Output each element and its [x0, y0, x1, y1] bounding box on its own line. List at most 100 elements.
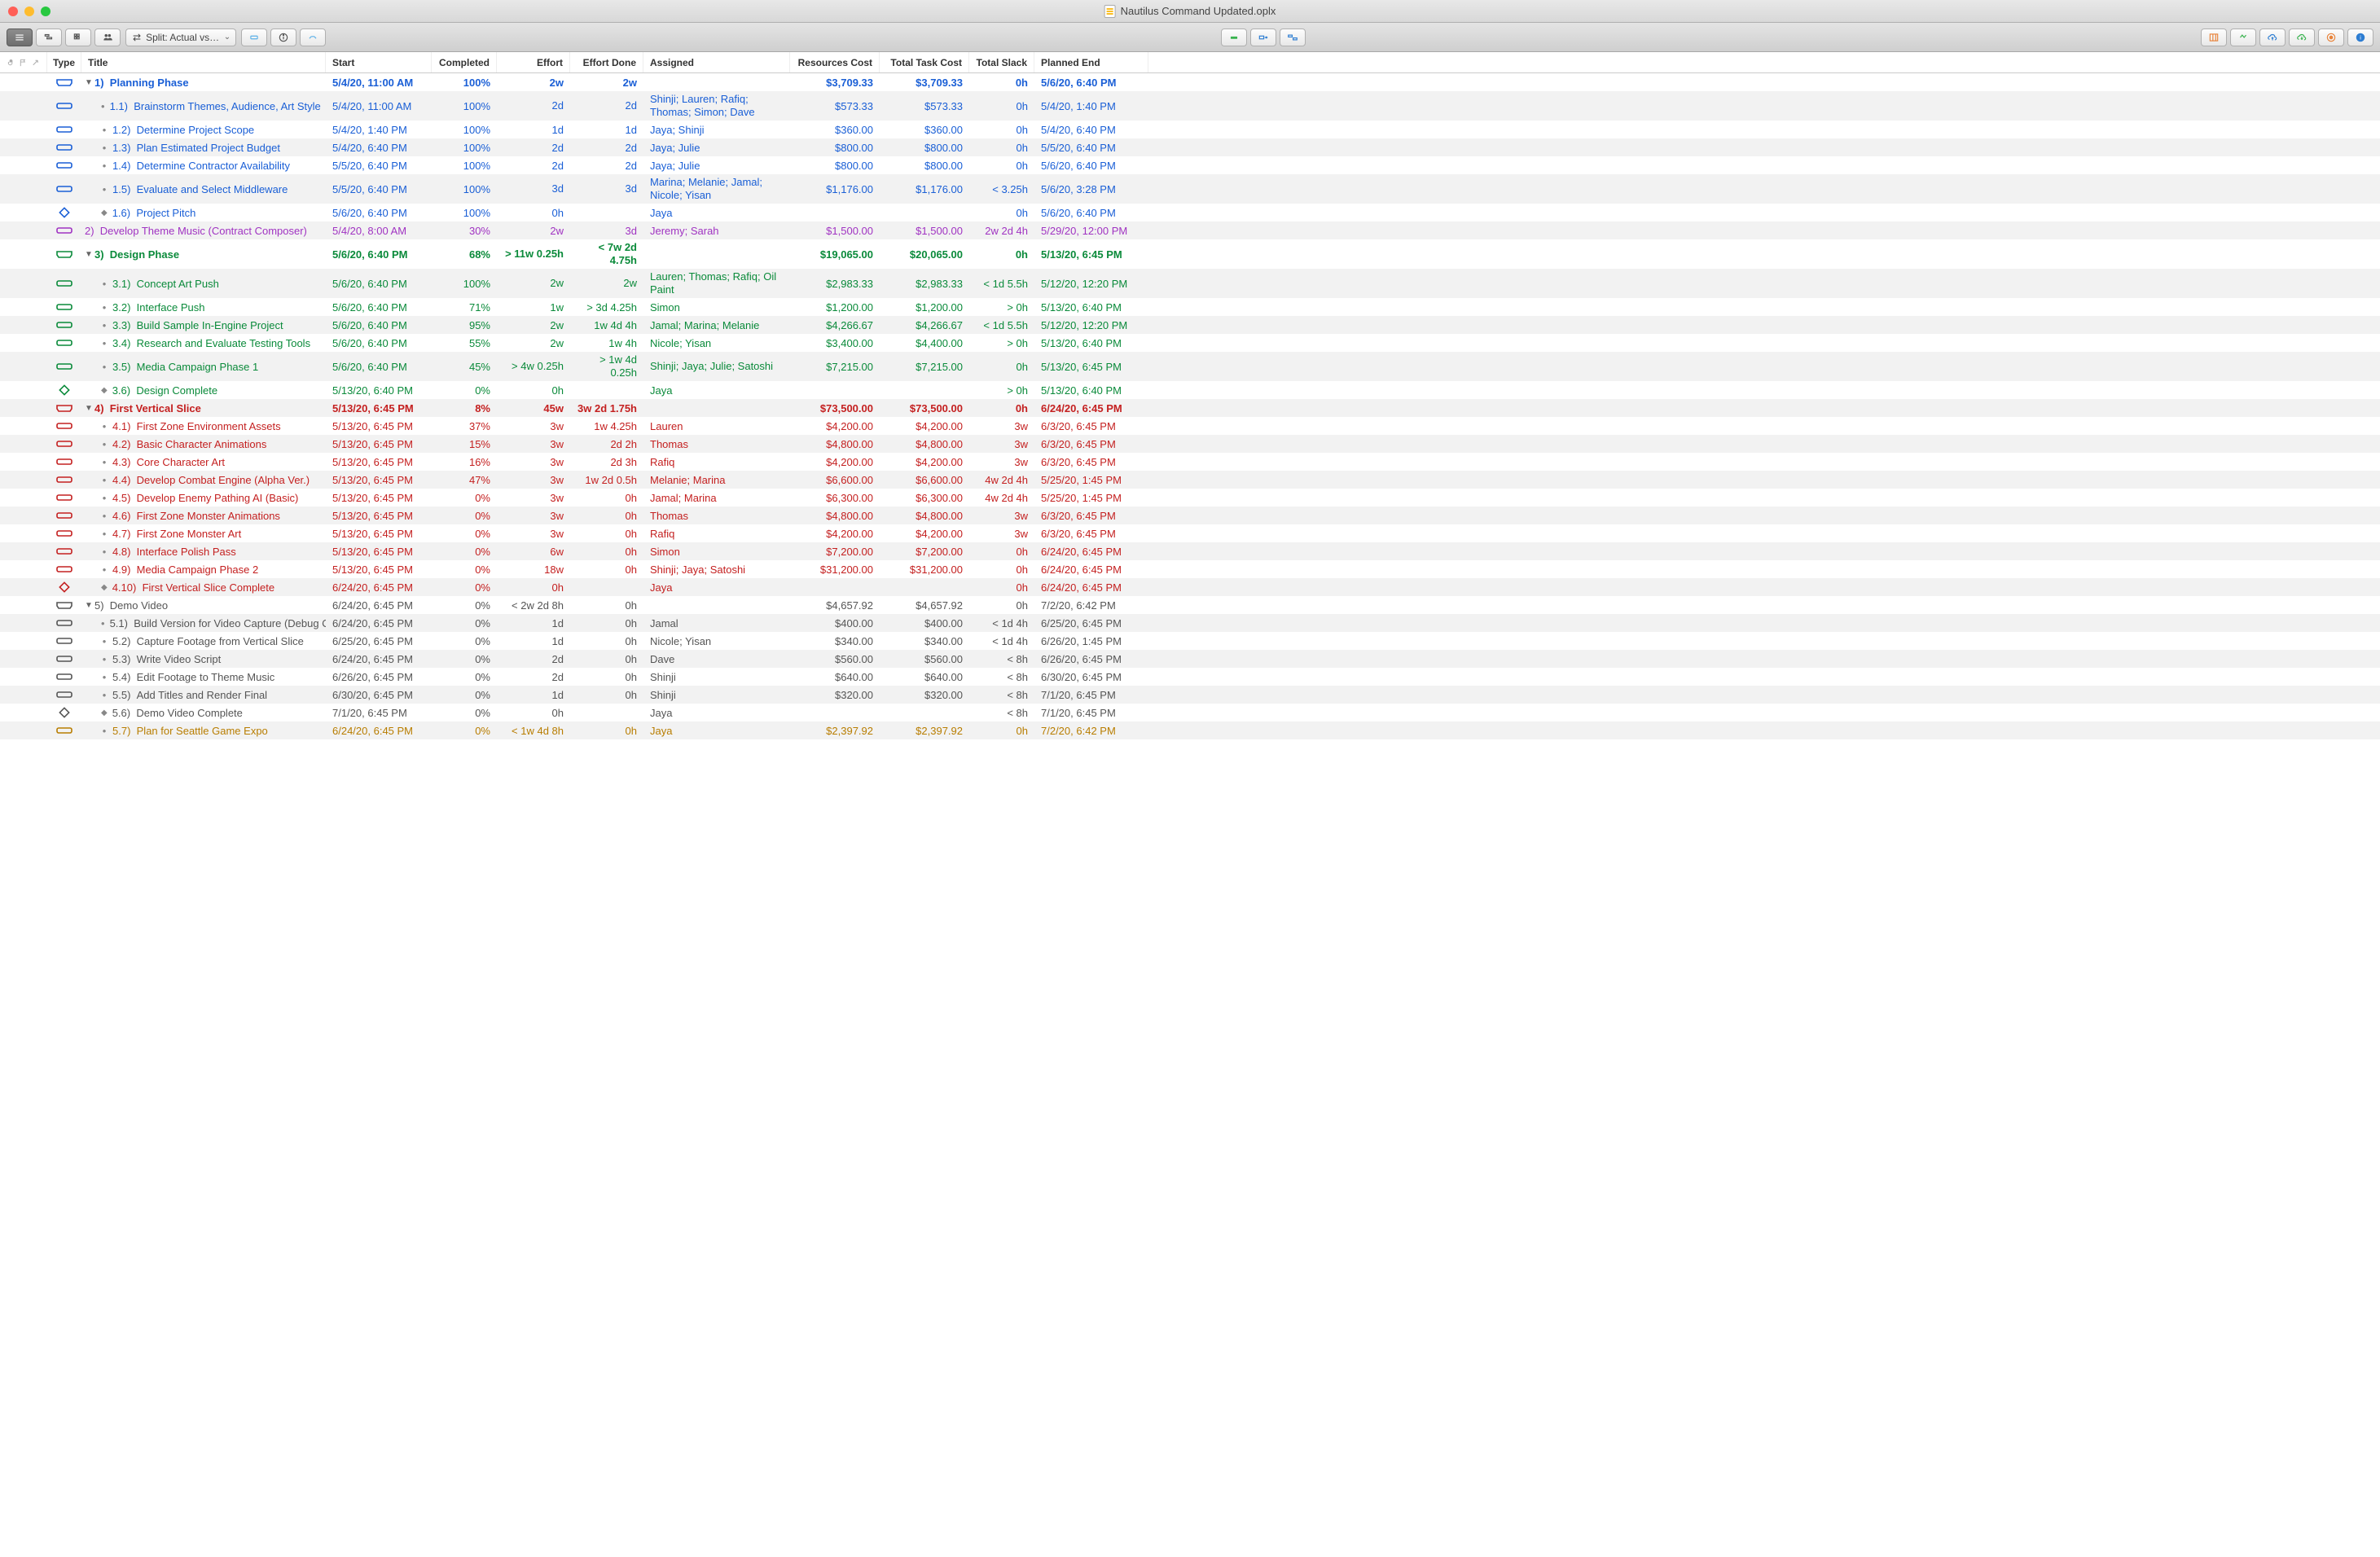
start-cell[interactable]: 5/13/20, 6:45 PM: [326, 402, 432, 414]
task-cost-cell[interactable]: $2,983.33: [880, 278, 969, 290]
disclosure-triangle-icon[interactable]: ▼: [85, 601, 93, 610]
title-cell[interactable]: •5.3) Write Video Script: [81, 653, 326, 665]
title-cell[interactable]: •1.4) Determine Contractor Availability: [81, 160, 326, 172]
assigned-cell[interactable]: Jaya: [643, 725, 790, 737]
start-cell[interactable]: 6/24/20, 6:45 PM: [326, 581, 432, 594]
completed-cell[interactable]: 47%: [432, 474, 497, 486]
start-cell[interactable]: 5/13/20, 6:45 PM: [326, 528, 432, 540]
resources-cost-cell[interactable]: $4,200.00: [790, 456, 880, 468]
effort-cell[interactable]: 1d: [497, 124, 570, 136]
task-cost-cell[interactable]: $1,176.00: [880, 183, 969, 195]
title-cell[interactable]: •5.7) Plan for Seattle Game Expo: [81, 725, 326, 737]
title-cell[interactable]: ◆4.10) First Vertical Slice Complete: [81, 581, 326, 594]
start-cell[interactable]: 5/5/20, 6:40 PM: [326, 183, 432, 195]
col-completed[interactable]: Completed: [432, 52, 497, 72]
col-title[interactable]: Title: [81, 52, 326, 72]
slack-cell[interactable]: > 0h: [969, 301, 1034, 314]
task-row[interactable]: 2) Develop Theme Music (Contract Compose…: [0, 221, 2380, 239]
resources-cost-cell[interactable]: $4,200.00: [790, 420, 880, 432]
effort-cell[interactable]: 2d: [497, 653, 570, 665]
col-planned-end[interactable]: Planned End: [1034, 52, 1148, 72]
resources-cost-cell[interactable]: $73,500.00: [790, 402, 880, 414]
planned-end-cell[interactable]: 6/3/20, 6:45 PM: [1034, 528, 1148, 540]
task-row[interactable]: •4.7) First Zone Monster Art 5/13/20, 6:…: [0, 524, 2380, 542]
effort-cell[interactable]: 0h: [497, 707, 570, 719]
level-button[interactable]: [1280, 29, 1306, 46]
planned-end-cell[interactable]: 6/3/20, 6:45 PM: [1034, 510, 1148, 522]
disclosure-triangle-icon[interactable]: ▼: [85, 78, 93, 87]
effort-cell[interactable]: 1d: [497, 635, 570, 647]
task-cost-cell[interactable]: $4,800.00: [880, 438, 969, 450]
effort-cell[interactable]: 3w: [497, 420, 570, 432]
slack-cell[interactable]: 0h: [969, 248, 1034, 261]
title-cell[interactable]: •1.1) Brainstorm Themes, Audience, Art S…: [81, 100, 326, 112]
completed-cell[interactable]: 8%: [432, 402, 497, 414]
title-cell[interactable]: •4.1) First Zone Environment Assets: [81, 420, 326, 432]
planned-end-cell[interactable]: 5/6/20, 3:28 PM: [1034, 183, 1148, 195]
effort-done-cell[interactable]: 0h: [570, 599, 643, 612]
task-row[interactable]: ▼1) Planning Phase 5/4/20, 11:00 AM 100%…: [0, 73, 2380, 91]
title-cell[interactable]: •5.1) Build Version for Video Capture (D…: [81, 617, 326, 629]
start-cell[interactable]: 5/4/20, 11:00 AM: [326, 100, 432, 112]
slack-cell[interactable]: 0h: [969, 402, 1034, 414]
catch-up-button[interactable]: [1221, 29, 1247, 46]
assigned-cell[interactable]: Jaya; Julie: [643, 142, 790, 154]
effort-cell[interactable]: 3w: [497, 456, 570, 468]
effort-done-cell[interactable]: > 1w 4d 0.25h: [570, 353, 643, 380]
effort-done-cell[interactable]: 0h: [570, 564, 643, 576]
completed-cell[interactable]: 0%: [432, 617, 497, 629]
slack-cell[interactable]: < 1d 4h: [969, 635, 1034, 647]
resources-cost-cell[interactable]: $800.00: [790, 160, 880, 172]
completed-cell[interactable]: 55%: [432, 337, 497, 349]
slack-cell[interactable]: < 8h: [969, 707, 1034, 719]
task-cost-cell[interactable]: $7,200.00: [880, 546, 969, 558]
resources-cost-cell[interactable]: $7,200.00: [790, 546, 880, 558]
effort-cell[interactable]: 45w: [497, 402, 570, 414]
slack-cell[interactable]: < 8h: [969, 653, 1034, 665]
completed-cell[interactable]: 0%: [432, 599, 497, 612]
planned-end-cell[interactable]: 5/5/20, 6:40 PM: [1034, 142, 1148, 154]
planned-end-cell[interactable]: 5/13/20, 6:45 PM: [1034, 248, 1148, 261]
effort-done-cell[interactable]: 1d: [570, 124, 643, 136]
assigned-cell[interactable]: Jaya; Shinji: [643, 124, 790, 136]
effort-cell[interactable]: 2w: [497, 225, 570, 237]
slack-cell[interactable]: 0h: [969, 564, 1034, 576]
col-total-task-cost[interactable]: Total Task Cost: [880, 52, 969, 72]
assigned-cell[interactable]: Shinji: [643, 671, 790, 683]
assigned-cell[interactable]: Jamal; Marina: [643, 492, 790, 504]
start-cell[interactable]: 5/4/20, 6:40 PM: [326, 142, 432, 154]
assigned-cell[interactable]: Shinji; Jaya; Satoshi: [643, 564, 790, 576]
effort-done-cell[interactable]: 1w 4d 4h: [570, 319, 643, 331]
assigned-cell[interactable]: Simon: [643, 301, 790, 314]
effort-done-cell[interactable]: 1w 4h: [570, 337, 643, 349]
completed-cell[interactable]: 0%: [432, 564, 497, 576]
title-cell[interactable]: ◆3.6) Design Complete: [81, 384, 326, 397]
completed-cell[interactable]: 16%: [432, 456, 497, 468]
critical-path-button[interactable]: [2230, 29, 2256, 46]
start-cell[interactable]: 5/13/20, 6:45 PM: [326, 438, 432, 450]
title-cell[interactable]: •3.2) Interface Push: [81, 301, 326, 314]
effort-done-cell[interactable]: 2d: [570, 142, 643, 154]
effort-done-cell[interactable]: 0h: [570, 528, 643, 540]
resources-cost-cell[interactable]: $320.00: [790, 689, 880, 701]
slack-cell[interactable]: 0h: [969, 599, 1034, 612]
effort-done-cell[interactable]: 3d: [570, 182, 643, 195]
planned-end-cell[interactable]: 7/2/20, 6:42 PM: [1034, 725, 1148, 737]
effort-cell[interactable]: 2w: [497, 337, 570, 349]
effort-done-cell[interactable]: 2d: [570, 160, 643, 172]
start-cell[interactable]: 5/6/20, 6:40 PM: [326, 337, 432, 349]
completed-cell[interactable]: 0%: [432, 492, 497, 504]
task-cost-cell[interactable]: $800.00: [880, 142, 969, 154]
effort-cell[interactable]: 1d: [497, 617, 570, 629]
start-cell[interactable]: 5/13/20, 6:45 PM: [326, 420, 432, 432]
assigned-cell[interactable]: Shinji; Lauren; Rafiq; Thomas; Simon; Da…: [643, 93, 790, 120]
planned-end-cell[interactable]: 6/30/20, 6:45 PM: [1034, 671, 1148, 683]
effort-cell[interactable]: 0h: [497, 384, 570, 397]
assigned-cell[interactable]: Thomas: [643, 510, 790, 522]
start-cell[interactable]: 6/24/20, 6:45 PM: [326, 617, 432, 629]
stop-button[interactable]: [2318, 29, 2344, 46]
planned-end-cell[interactable]: 5/13/20, 6:40 PM: [1034, 384, 1148, 397]
resources-cost-cell[interactable]: $2,397.92: [790, 725, 880, 737]
start-cell[interactable]: 5/6/20, 6:40 PM: [326, 319, 432, 331]
resources-cost-cell[interactable]: $7,215.00: [790, 361, 880, 373]
